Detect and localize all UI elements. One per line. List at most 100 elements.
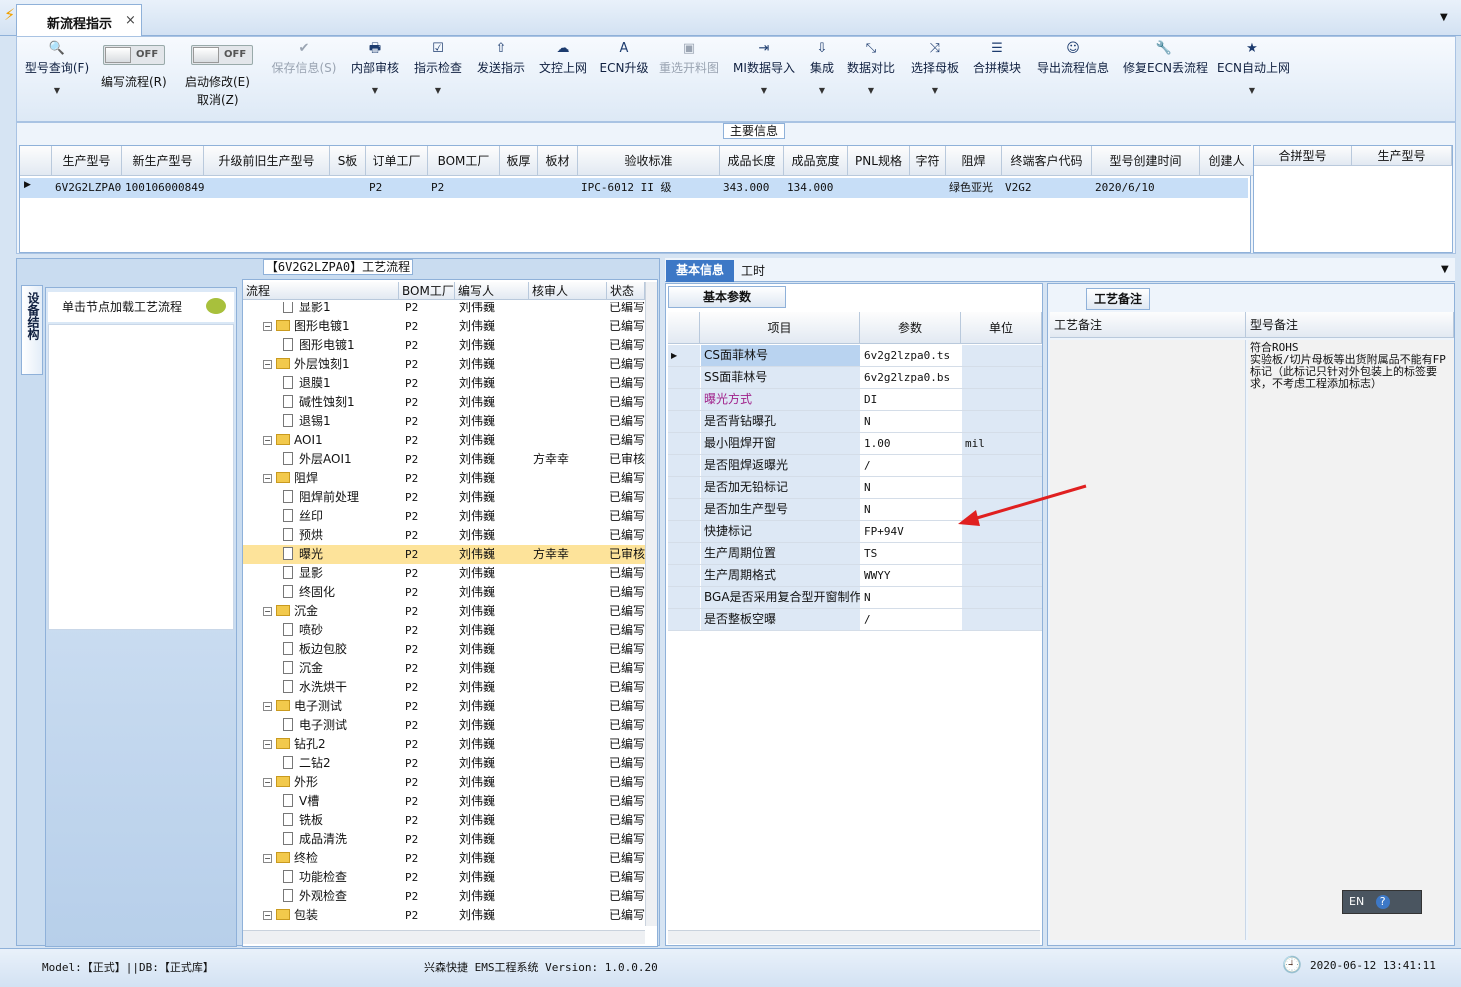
data-compare-button[interactable]: ⤡ 数据对比 ▼ [845, 37, 897, 107]
param-row[interactable]: SS面菲林号 6v2g2lzpa0.bs [668, 367, 1042, 389]
collapse-icon[interactable]: − [263, 474, 272, 483]
tab-basic-info[interactable]: 基本信息 [666, 260, 734, 282]
tree-horizontal-scrollbar[interactable] [243, 930, 645, 944]
main-col-5[interactable]: BOM工厂 [428, 146, 500, 176]
tree-row[interactable]: 板边包胶 P2 刘伟巍 已编写 [243, 640, 645, 659]
param-row[interactable]: 生产周期格式 WWYY [668, 565, 1042, 587]
main-col-3[interactable]: S板 [330, 146, 366, 176]
tree-row[interactable]: 外观检查 P2 刘伟巍 已编写 [243, 887, 645, 906]
tree-row[interactable]: 退膜1 P2 刘伟巍 已编写 [243, 374, 645, 393]
main-col-14[interactable]: 终端客户代码 [1002, 146, 1092, 176]
tree-row[interactable]: − 沉金 P2 刘伟巍 已编写 [243, 602, 645, 621]
tab-process-notes[interactable]: 工艺备注 [1086, 288, 1150, 310]
tree-row[interactable]: − 阻焊 P2 刘伟巍 已编写 [243, 469, 645, 488]
param-value[interactable]: / [861, 455, 961, 476]
tree-row[interactable]: 水洗烘干 P2 刘伟巍 已编写 [243, 678, 645, 697]
tree-row[interactable]: − 包装 P2 刘伟巍 已编写 [243, 906, 645, 925]
main-col-15[interactable]: 型号创建时间 [1092, 146, 1200, 176]
param-value[interactable]: FP+94V [861, 521, 961, 542]
col-status[interactable]: 状态 [607, 282, 645, 300]
doc-upload-button[interactable]: ☁ 文控上网 [537, 37, 589, 107]
main-col-7[interactable]: 板材 [538, 146, 578, 176]
col-param[interactable]: 参数 [860, 312, 961, 344]
collapse-icon[interactable]: − [263, 911, 272, 920]
tree-row[interactable]: 预烘 P2 刘伟巍 已编写 [243, 526, 645, 545]
merge-model-header[interactable]: 合拼型号 [1254, 146, 1352, 166]
param-value[interactable]: 1.00 [861, 433, 961, 454]
param-value[interactable]: WWYY [861, 565, 961, 586]
tree-row[interactable]: − 外形 P2 刘伟巍 已编写 [243, 773, 645, 792]
tree-row[interactable]: 终固化 P2 刘伟巍 已编写 [243, 583, 645, 602]
integrate-button[interactable]: ⇩ 集成 ▼ [805, 37, 839, 107]
collapse-icon[interactable]: − [263, 740, 272, 749]
tree-row[interactable]: 曝光 P2 刘伟巍 方幸幸 已审核 [243, 545, 645, 564]
model-notes-field[interactable]: 符合ROHS 实验板/切片母板等出货附属品不能有FP标记（此标记只针对外包装上的… [1248, 340, 1454, 940]
collapse-icon[interactable]: − [263, 360, 272, 369]
instruction-check-button[interactable]: ☑ 指示检查 ▼ [413, 37, 463, 107]
send-instruction-button[interactable]: ⇧ 发送指示 [475, 37, 527, 107]
tab-work-hours[interactable]: 工时 [741, 262, 765, 279]
ecn-auto-button[interactable]: ★ ECN自动上网 ▼ [1217, 37, 1290, 107]
param-value[interactable]: N [861, 411, 961, 432]
ime-toolbar[interactable]: EN ? [1342, 890, 1422, 914]
param-row[interactable]: BGA是否采用复合型开窗制作 N [668, 587, 1042, 609]
tree-row[interactable]: − 外层蚀刻1 P2 刘伟巍 已编写 [243, 355, 645, 374]
col-unit[interactable]: 单位 [961, 312, 1042, 344]
param-row[interactable]: 曝光方式 DI [668, 389, 1042, 411]
production-model-header[interactable]: 生产型号 [1352, 146, 1452, 166]
collapse-icon[interactable]: − [263, 778, 272, 787]
main-col-12[interactable]: 字符 [910, 146, 946, 176]
tree-row[interactable]: − 图形电镀1 P2 刘伟巍 已编写 [243, 317, 645, 336]
tree-row[interactable]: − 终检 P2 刘伟巍 已编写 [243, 849, 645, 868]
param-row[interactable]: 是否整板空曝 / [668, 609, 1042, 631]
tree-row[interactable]: V槽 P2 刘伟巍 已编写 [243, 792, 645, 811]
reselect-image-button[interactable]: ▣ 重选开料图 [657, 37, 721, 107]
main-col-6[interactable]: 板厚 [500, 146, 538, 176]
tree-row[interactable]: 喷砂 P2 刘伟巍 已编写 [243, 621, 645, 640]
param-value[interactable]: 6v2g2lzpa0.ts [861, 345, 961, 366]
main-col-11[interactable]: PNL规格 [848, 146, 910, 176]
main-col-4[interactable]: 订单工厂 [366, 146, 428, 176]
tree-row[interactable]: 图形电镀1 P2 刘伟巍 已编写 [243, 336, 645, 355]
process-notes-field[interactable] [1050, 340, 1246, 940]
tree-vertical-scrollbar[interactable] [645, 282, 657, 926]
write-flow-toggle[interactable]: OFF [103, 45, 165, 65]
param-row[interactable]: ▶ CS面菲林号 6v2g2lzpa0.ts [668, 345, 1042, 367]
tree-row[interactable]: 显影 P2 刘伟巍 已编写 [243, 564, 645, 583]
param-row[interactable]: 是否背钻曝孔 N [668, 411, 1042, 433]
col-writer[interactable]: 编写人 [455, 282, 529, 300]
tree-row[interactable]: 功能检查 P2 刘伟巍 已编写 [243, 868, 645, 887]
fix-ecn-button[interactable]: 🔧 修复ECN丢流程 [1123, 37, 1208, 107]
collapse-icon[interactable]: − [263, 436, 272, 445]
tree-row[interactable]: − 电子测试 P2 刘伟巍 已编写 [243, 697, 645, 716]
query-button[interactable]: 🔍 型号查询(F) ▼ [23, 37, 91, 107]
param-value[interactable]: / [861, 609, 961, 630]
main-col-16[interactable]: 创建人 [1200, 146, 1254, 176]
param-value[interactable]: 6v2g2lzpa0.bs [861, 367, 961, 388]
help-icon[interactable]: ? [1375, 895, 1390, 909]
param-row[interactable]: 最小阻焊开窗 1.00 mil [668, 433, 1042, 455]
param-value[interactable]: TS [861, 543, 961, 564]
param-value[interactable]: DI [861, 389, 961, 410]
tree-row[interactable]: − 钻孔2 P2 刘伟巍 已编写 [243, 735, 645, 754]
param-value[interactable]: N [861, 477, 961, 498]
collapse-icon[interactable]: − [263, 854, 272, 863]
tab-basic-params[interactable]: 基本参数 [668, 286, 786, 308]
tree-row[interactable]: 成品清洗 P2 刘伟巍 已编写 [243, 830, 645, 849]
tree-row[interactable]: 阻焊前处理 P2 刘伟巍 已编写 [243, 488, 645, 507]
main-col-8[interactable]: 验收标准 [578, 146, 720, 176]
main-col-2[interactable]: 升级前旧生产型号 [204, 146, 330, 176]
main-col-13[interactable]: 阻焊 [946, 146, 1002, 176]
tree-row[interactable]: 碱性蚀刻1 P2 刘伟巍 已编写 [243, 393, 645, 412]
tree-row[interactable]: 退锡1 P2 刘伟巍 已编写 [243, 412, 645, 431]
save-info-button[interactable]: ✔ 保存信息(S) [269, 37, 339, 107]
tree-row[interactable]: − AOI1 P2 刘伟巍 已编写 [243, 431, 645, 450]
export-flow-button[interactable]: ☺ 导出流程信息 [1035, 37, 1111, 107]
start-modify-toggle[interactable]: OFF [191, 45, 253, 65]
mi-import-button[interactable]: ⇥ MI数据导入 ▼ [731, 37, 797, 107]
col-flow[interactable]: 流程 [243, 282, 399, 300]
param-value[interactable]: N [861, 587, 961, 608]
tree-row[interactable]: 二钻2 P2 刘伟巍 已编写 [243, 754, 645, 773]
nav-tree[interactable] [48, 324, 234, 630]
internal-review-button[interactable]: 🖶 内部审核 ▼ [349, 37, 401, 107]
